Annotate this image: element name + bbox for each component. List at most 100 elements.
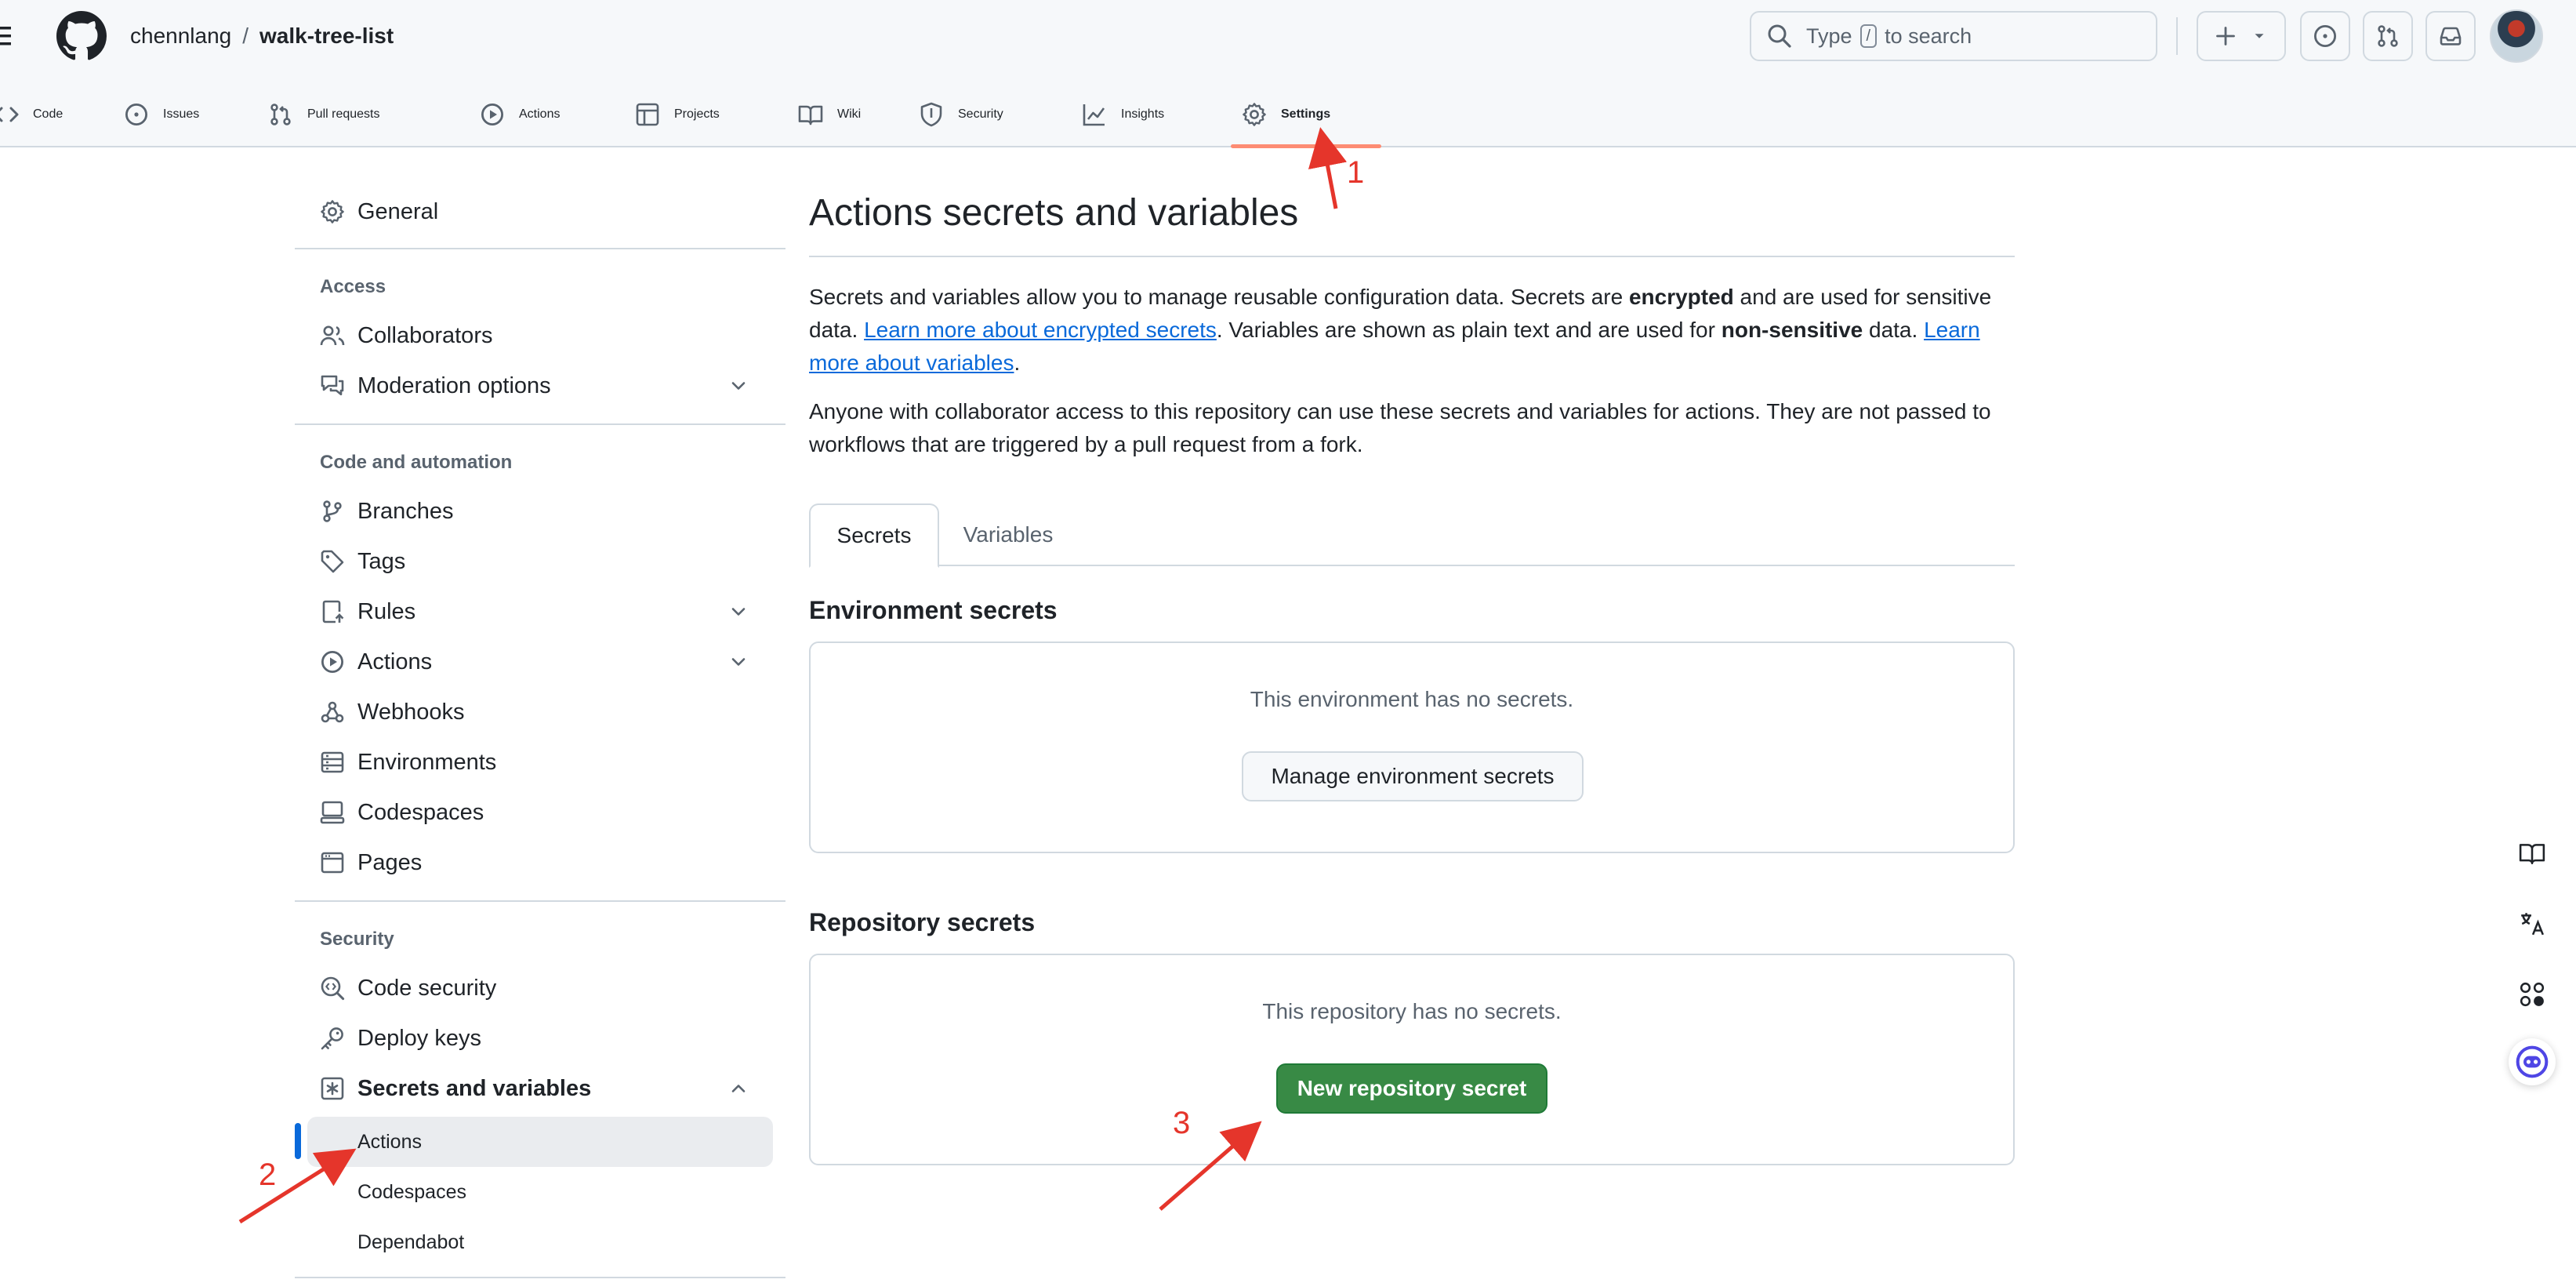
tab-security[interactable]: Security	[919, 82, 1003, 147]
intro-text: data.	[1863, 318, 1925, 342]
search-prefix: Type	[1806, 24, 1852, 48]
reader-book-icon[interactable]	[2509, 830, 2556, 877]
sidebar-item-webhooks[interactable]: Webhooks	[295, 687, 773, 737]
play-icon	[481, 103, 504, 126]
environment-secrets-box: This environment has no secrets. Manage …	[809, 642, 2015, 853]
sidebar-item-branches[interactable]: Branches	[295, 486, 773, 536]
breadcrumb-owner[interactable]: chennlang	[130, 20, 231, 52]
chevron-down-icon[interactable]	[727, 651, 749, 673]
sidebar-item-moderation[interactable]: Moderation options	[295, 361, 773, 411]
intro-bold-encrypted: encrypted	[1628, 285, 1734, 309]
sidebar-item-codespaces[interactable]: Codespaces	[295, 787, 773, 838]
tab-variables-label: Variables	[963, 522, 1054, 547]
pull-requests-button[interactable]	[2363, 11, 2413, 61]
inbox-button[interactable]	[2425, 11, 2476, 61]
sidebar-subitem-actions[interactable]: Actions	[307, 1117, 773, 1167]
sidebar-subitem-dependabot[interactable]: Dependabot	[295, 1217, 773, 1267]
sidebar-divider	[295, 1277, 785, 1278]
sidebar-subitem-codespaces-label: Codespaces	[357, 1180, 466, 1203]
sidebar-item-rules[interactable]: Rules	[295, 587, 773, 637]
sidebar-item-general-label: General	[357, 198, 439, 224]
sidebar-item-secrets-variables-label: Secrets and variables	[357, 1075, 592, 1101]
tab-settings[interactable]: Settings	[1242, 82, 1330, 147]
chevron-down-icon[interactable]	[727, 375, 749, 397]
tab-issues[interactable]: Issues	[124, 82, 199, 147]
translate-icon[interactable]	[2509, 900, 2556, 947]
gear-icon	[1243, 103, 1266, 126]
tab-code[interactable]: Code	[0, 82, 63, 147]
manage-environment-secrets-button[interactable]: Manage environment secrets	[1242, 751, 1584, 801]
tab-projects[interactable]: Projects	[635, 82, 720, 147]
tab-wiki[interactable]: Wiki	[798, 82, 861, 147]
sidebar-item-code-security[interactable]: Code security	[295, 963, 773, 1013]
tab-pull-requests[interactable]: Pull requests	[268, 82, 380, 147]
codescan-icon	[321, 976, 345, 1001]
learn-encrypted-secrets-link[interactable]: Learn more about encrypted secrets	[864, 318, 1217, 342]
tab-actions-label: Actions	[519, 107, 561, 121]
tab-insights[interactable]: Insights	[1082, 82, 1164, 147]
tab-variables[interactable]: Variables	[939, 503, 1077, 566]
sidebar-subitem-actions-label: Actions	[357, 1130, 422, 1153]
repository-secrets-title: Repository secrets	[809, 908, 1036, 936]
sidebar-item-actions[interactable]: Actions	[295, 637, 773, 687]
search-shortcut-key: /	[1859, 24, 1878, 48]
sidebar-item-pages[interactable]: Pages	[295, 838, 773, 888]
issue-icon	[125, 103, 148, 126]
chevron-up-icon[interactable]	[727, 1078, 749, 1099]
sidebar-item-environments-label: Environments	[357, 749, 497, 775]
sidebar-item-collaborators-label: Collaborators	[357, 322, 493, 348]
tab-secrets[interactable]: Secrets	[809, 503, 939, 568]
tab-issues-label: Issues	[163, 107, 200, 121]
sidebar-item-pages-label: Pages	[357, 849, 423, 875]
search-suffix: to search	[1885, 24, 1972, 48]
search-input[interactable]: Type / to search	[1750, 11, 2157, 61]
pull-request-icon	[2378, 25, 2398, 47]
key-asterisk-icon	[321, 1077, 344, 1100]
comment-discussion-icon	[321, 375, 344, 396]
header-divider	[2176, 17, 2178, 55]
browser-icon	[321, 852, 344, 874]
new-repository-secret-button[interactable]: New repository secret	[1276, 1063, 1547, 1114]
create-new-button[interactable]	[2197, 11, 2286, 61]
sidebar-item-deploy-keys[interactable]: Deploy keys	[295, 1013, 773, 1063]
chevron-down-icon[interactable]	[727, 601, 749, 623]
server-icon	[321, 751, 344, 773]
sidebar-item-branches-label: Branches	[357, 498, 454, 524]
play-icon	[321, 650, 344, 674]
code-icon	[0, 107, 19, 122]
sidebar-subitem-codespaces[interactable]: Codespaces	[295, 1167, 773, 1217]
book-icon	[798, 105, 823, 125]
sidebar-item-secrets-variables[interactable]: Secrets and variables	[295, 1063, 773, 1114]
tab-secrets-label: Secrets	[836, 523, 912, 547]
sidebar-item-code-security-label: Code security	[357, 975, 497, 1001]
repo-push-icon	[322, 600, 344, 623]
sidebar-divider	[295, 248, 785, 249]
inbox-icon	[2440, 27, 2462, 45]
sidebar-item-tags[interactable]: Tags	[295, 536, 773, 587]
issues-button[interactable]	[2300, 11, 2350, 61]
sidebar-heading-access: Access	[320, 276, 386, 297]
breadcrumb-repo[interactable]: walk-tree-list	[259, 20, 394, 52]
intro-text: .	[1014, 351, 1021, 375]
tab-insights-label: Insights	[1121, 107, 1165, 121]
annotation-number-1: 1	[1347, 155, 1365, 190]
sidebar-item-general[interactable]: General	[295, 187, 773, 237]
assistant-bot-icon[interactable]	[2509, 1038, 2556, 1085]
issue-icon	[2313, 24, 2337, 48]
github-logo-icon[interactable]	[56, 11, 107, 61]
environment-secrets-empty-message: This environment has no secrets.	[1250, 687, 1574, 711]
environment-secrets-title: Environment secrets	[809, 596, 1058, 624]
active-tab-underline	[1231, 144, 1381, 148]
tab-actions[interactable]: Actions	[480, 82, 560, 147]
gear-icon	[321, 200, 344, 224]
sidebar-item-collaborators[interactable]: Collaborators	[295, 311, 773, 361]
sidebar-item-environments[interactable]: Environments	[295, 737, 773, 787]
branch-icon	[323, 500, 342, 522]
annotation-number-3: 3	[1173, 1106, 1191, 1140]
codespaces-icon	[320, 801, 345, 824]
hamburger-menu-icon[interactable]	[0, 19, 25, 53]
sidebar-item-deploy-keys-label: Deploy keys	[357, 1025, 481, 1051]
user-avatar[interactable]	[2490, 9, 2543, 63]
webhook-icon	[321, 701, 344, 723]
github-extension-icon[interactable]	[2509, 971, 2556, 1018]
